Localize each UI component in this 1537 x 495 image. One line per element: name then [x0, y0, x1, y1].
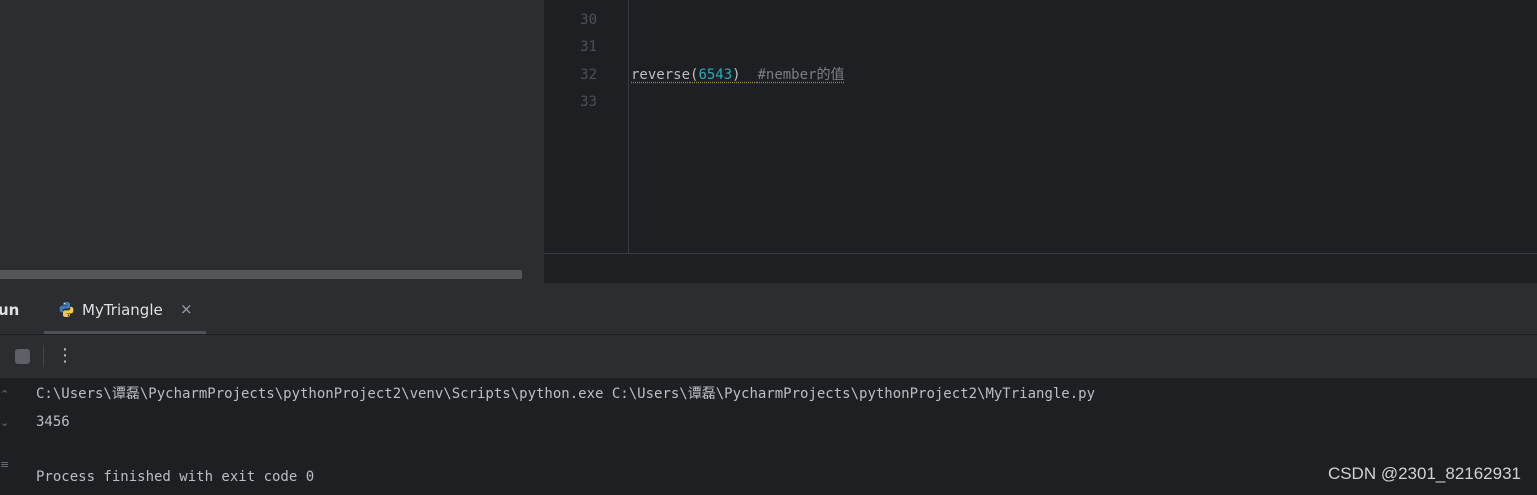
line-number: 31 [580, 39, 597, 55]
function-call: reverse [631, 67, 691, 83]
editor-footer [544, 253, 1537, 284]
line-number-gutter: 30 31 32 33 [544, 0, 629, 253]
number-literal: 6543 [698, 67, 733, 83]
scrollbar-thumb[interactable] [0, 270, 522, 279]
scroll-down-icon[interactable]: ⌄ [0, 416, 9, 429]
python-icon [58, 301, 75, 318]
code-editor[interactable]: 30 31 32 33 reverse(6543) #nember的值 [544, 0, 1537, 284]
code-area[interactable]: reverse(6543) #nember的值 [631, 0, 1531, 253]
console-output-line: 3456 [36, 414, 70, 430]
stop-icon[interactable] [15, 349, 30, 364]
close-paren: ) [732, 67, 741, 83]
console-side-toolbar: ⌃ ⌄ ≡ [0, 378, 16, 495]
console-exit-message: Process finished with exit code 0 [36, 469, 315, 485]
active-tab-indicator [44, 331, 206, 334]
run-toolbar: ⋮ [0, 335, 1537, 378]
line-number: 30 [580, 12, 597, 28]
code-comment: #nember的值 [757, 67, 845, 83]
console-output[interactable]: ⌃ ⌄ ≡ C:\Users\谭磊\PycharmProjects\python… [0, 378, 1537, 495]
line-number: 32 [580, 67, 597, 83]
toolbar-divider [43, 345, 44, 367]
line-number: 33 [580, 94, 597, 110]
project-panel [0, 0, 544, 283]
code-line[interactable]: reverse(6543) #nember的值 [631, 66, 844, 84]
scroll-up-icon[interactable]: ⌃ [0, 388, 9, 401]
horizontal-scrollbar[interactable] [0, 270, 544, 282]
run-panel-title: un [0, 301, 20, 319]
ide-window: 30 31 32 33 reverse(6543) #nember的值 un M… [0, 0, 1537, 495]
tab-mytriangle[interactable]: MyTriangle × [44, 283, 206, 334]
watermark: CSDN @2301_82162931 [1327, 464, 1521, 483]
close-icon[interactable]: × [180, 300, 193, 318]
soft-wrap-icon[interactable]: ≡ [0, 458, 9, 471]
tab-label: MyTriangle [82, 301, 163, 319]
console-command-line: C:\Users\谭磊\PycharmProjects\pythonProjec… [36, 386, 1096, 402]
more-options-icon[interactable]: ⋮ [56, 345, 74, 367]
run-tool-window-header: un MyTriangle × [0, 283, 1537, 335]
